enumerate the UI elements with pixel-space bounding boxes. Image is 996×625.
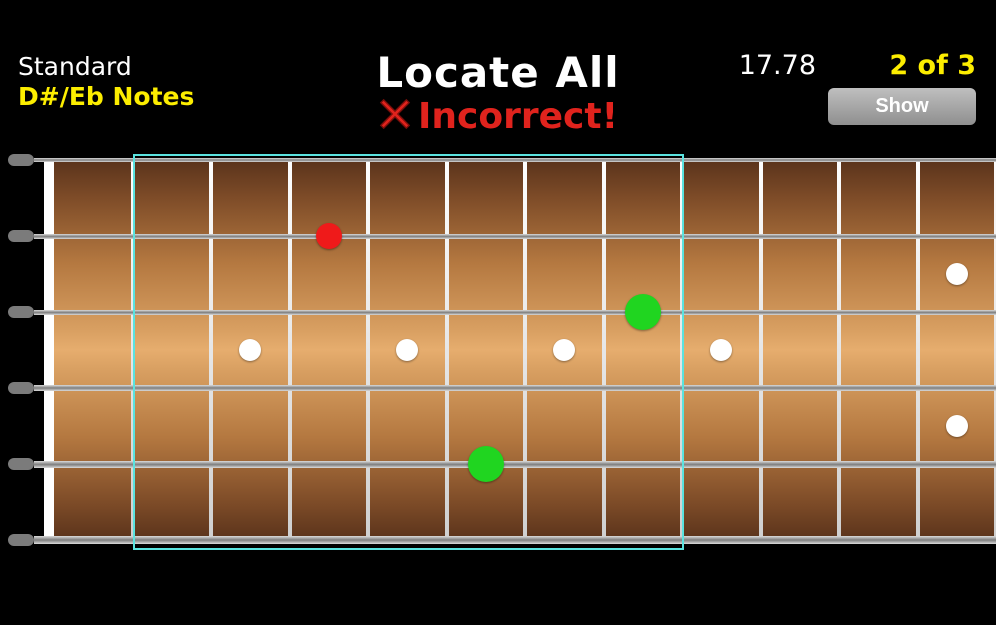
tuning-peg [8,382,34,394]
answer-dot-wrong [316,223,342,249]
fretboard-wood [44,160,996,540]
fret-marker [946,415,968,437]
fret-wire [837,160,841,540]
feedback-text: Incorrect! [418,96,618,137]
fretboard-nut [44,160,54,540]
guitar-string[interactable] [34,310,996,315]
tuning-peg [8,306,34,318]
answer-dot-correct [468,446,504,482]
progress-count: 2 of 3 [889,50,976,81]
fret-wire [445,160,449,540]
fret-wire [680,160,684,540]
guitar-string[interactable] [34,461,996,468]
tuning-peg [8,458,34,470]
tuning-peg [8,154,34,166]
fret-wire [916,160,920,540]
tuning-peg [8,230,34,242]
answer-dot-correct [625,294,661,330]
fret-wire [209,160,213,540]
timer-value: 17.78 [739,50,816,81]
show-button[interactable]: Show [828,88,976,125]
guitar-string[interactable] [34,536,996,544]
guitar-string[interactable] [34,234,996,239]
fret-wire [759,160,763,540]
fret-marker [946,263,968,285]
cross-icon [378,97,412,140]
fret-wire [366,160,370,540]
guitar-string[interactable] [34,158,996,162]
fret-wire [523,160,527,540]
guitar-string[interactable] [34,385,996,391]
fret-wire [602,160,606,540]
fret-wire [131,160,135,540]
fret-wire [288,160,292,540]
tuning-peg [8,534,34,546]
fretboard[interactable] [0,146,996,554]
